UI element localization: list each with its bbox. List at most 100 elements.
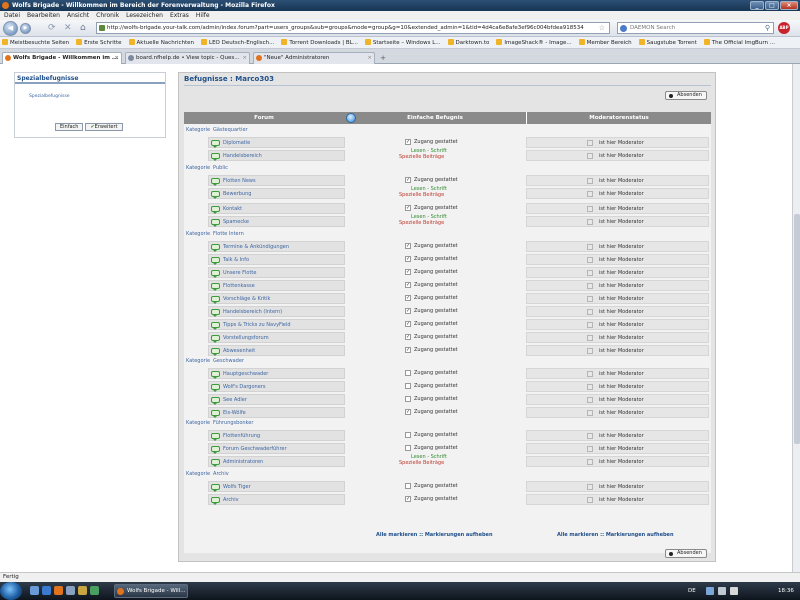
- access-checkbox[interactable]: [405, 445, 411, 451]
- close-button[interactable]: ×: [780, 1, 798, 10]
- menu-hilfe[interactable]: Hilfe: [196, 11, 210, 20]
- bookmark-darktown[interactable]: Darktown.to: [447, 37, 489, 48]
- mark-all-simple-link[interactable]: Alle markieren: [376, 532, 417, 538]
- menu-chronik[interactable]: Chronik: [96, 11, 119, 20]
- forum-name-link[interactable]: Handelsbereich (Intern): [223, 309, 282, 315]
- forum-name-link[interactable]: Bewerbung: [223, 191, 251, 197]
- forum-name-link[interactable]: Administratoren: [223, 459, 263, 465]
- volume-icon[interactable]: [730, 587, 738, 595]
- moderator-checkbox[interactable]: [587, 397, 593, 403]
- forum-name-link[interactable]: Termine & Ankündigungen: [223, 244, 289, 250]
- minimize-button[interactable]: _: [750, 1, 764, 10]
- search-icon[interactable]: ⚲: [765, 23, 770, 34]
- forward-icon[interactable]: ▶: [20, 23, 31, 34]
- category-name[interactable]: Flotte Intern: [213, 231, 244, 237]
- bookmark-star-icon[interactable]: ☆: [599, 23, 605, 33]
- access-checkbox[interactable]: [405, 370, 411, 376]
- moderator-checkbox[interactable]: [587, 410, 593, 416]
- access-checkbox[interactable]: [405, 432, 411, 438]
- new-tab-icon[interactable]: +: [377, 53, 389, 63]
- category-name[interactable]: Public: [213, 165, 228, 171]
- forum-name-link[interactable]: Flotten News: [223, 178, 256, 184]
- bookmark-torrent[interactable]: Torrent Downloads | BL...: [281, 37, 358, 48]
- menu-ansicht[interactable]: Ansicht: [67, 11, 89, 20]
- access-checkbox[interactable]: [405, 383, 411, 389]
- mark-all-mod-link[interactable]: Alle markieren: [557, 532, 598, 538]
- taskbar-firefox-task[interactable]: Wolfs Brigade - Will...: [114, 584, 188, 598]
- access-checkbox[interactable]: ✓: [405, 295, 411, 301]
- forum-name-link[interactable]: See Adler: [223, 397, 247, 403]
- special-posts-link[interactable]: Spezielle Beiträge: [399, 460, 539, 467]
- help-icon[interactable]: [346, 113, 356, 123]
- simple-view-button[interactable]: Einfach: [55, 123, 84, 131]
- back-icon[interactable]: ◀: [3, 21, 18, 36]
- moderator-checkbox[interactable]: [587, 140, 593, 146]
- access-checkbox[interactable]: ✓: [405, 308, 411, 314]
- access-checkbox[interactable]: ✓: [405, 496, 411, 502]
- forum-name-link[interactable]: Flottenführung: [223, 433, 260, 439]
- extended-view-button[interactable]: ✔Erweitert: [85, 123, 123, 131]
- tab-close-icon[interactable]: ×: [114, 53, 119, 64]
- moderator-checkbox[interactable]: [587, 371, 593, 377]
- moderator-checkbox[interactable]: [587, 153, 593, 159]
- firefox-quicklaunch-icon[interactable]: [54, 586, 63, 595]
- url-bar[interactable]: http://wolfs-brigade.your-talk.com/admin…: [96, 22, 610, 34]
- moderator-checkbox[interactable]: [587, 446, 593, 452]
- forum-name-link[interactable]: Eis-Wölfe: [223, 410, 246, 416]
- forum-name-link[interactable]: Diplomatie: [223, 140, 250, 146]
- category-name[interactable]: Gästequartier: [213, 127, 248, 133]
- media-icon[interactable]: [66, 586, 75, 595]
- access-checkbox[interactable]: ✓: [405, 243, 411, 249]
- moderator-checkbox[interactable]: [587, 257, 593, 263]
- forum-name-link[interactable]: Wolf's Dargoners: [223, 384, 265, 390]
- menu-lesezeichen[interactable]: Lesezeichen: [126, 11, 163, 20]
- language-indicator[interactable]: DE: [688, 582, 696, 600]
- bookmark-saugstube[interactable]: Saugstube Torrent: [638, 37, 697, 48]
- bookmark-imageshack[interactable]: ImageShack® - Image...: [496, 37, 572, 48]
- access-checkbox[interactable]: ✓: [405, 409, 411, 415]
- maximize-button[interactable]: □: [765, 1, 779, 10]
- bookmark-windows[interactable]: Startseite – Windows L...: [364, 37, 441, 48]
- access-checkbox[interactable]: ✓: [405, 334, 411, 340]
- bookmark-nachrichten[interactable]: Aktuelle Nachrichten: [128, 37, 194, 48]
- access-checkbox[interactable]: ✓: [405, 177, 411, 183]
- special-posts-link[interactable]: Spezielle Beiträge: [399, 192, 539, 199]
- forum-name-link[interactable]: Flottenkasse: [223, 283, 255, 289]
- forum-name-link[interactable]: Archiv: [223, 497, 239, 503]
- moderator-checkbox[interactable]: [587, 322, 593, 328]
- forum-name-link[interactable]: Vorschläge & Kritik: [223, 296, 270, 302]
- moderator-checkbox[interactable]: [587, 335, 593, 341]
- bookmark-meistbesucht[interactable]: Meistbesuchte Seiten: [2, 37, 69, 48]
- unmark-all-simple-link[interactable]: Markierungen aufheben: [425, 532, 493, 538]
- bookmark-erste-schritte[interactable]: Erste Schritte: [76, 37, 122, 48]
- network-icon[interactable]: [718, 587, 726, 595]
- category-name[interactable]: Archiv: [213, 471, 229, 477]
- access-checkbox[interactable]: ✓: [405, 139, 411, 145]
- moderator-checkbox[interactable]: [587, 459, 593, 465]
- moderator-checkbox[interactable]: [587, 283, 593, 289]
- tab-close-icon[interactable]: ×: [367, 53, 372, 64]
- moderator-checkbox[interactable]: [587, 191, 593, 197]
- app-icon[interactable]: [90, 586, 99, 595]
- forum-name-link[interactable]: Handelsbereich: [223, 153, 262, 159]
- search-engine-icon[interactable]: [620, 25, 627, 32]
- moderator-checkbox[interactable]: [587, 384, 593, 390]
- adblock-icon[interactable]: ABP: [778, 22, 790, 34]
- moderator-checkbox[interactable]: [587, 178, 593, 184]
- access-checkbox[interactable]: [405, 396, 411, 402]
- tray-icon[interactable]: [706, 587, 714, 595]
- tab-board-nfhelp[interactable]: board.nfhelp.de • View topic - Ques... ×: [125, 52, 250, 64]
- forum-name-link[interactable]: Unsere Flotte: [223, 270, 256, 276]
- moderator-checkbox[interactable]: [587, 296, 593, 302]
- unmark-all-mod-link[interactable]: Markierungen aufheben: [606, 532, 674, 538]
- access-checkbox[interactable]: ✓: [405, 269, 411, 275]
- moderator-checkbox[interactable]: [587, 244, 593, 250]
- access-checkbox[interactable]: ✓: [405, 347, 411, 353]
- search-input[interactable]: DAEMON Search ⚲: [617, 22, 774, 34]
- show-desktop-icon[interactable]: [30, 586, 39, 595]
- tab-neue-administratoren[interactable]: "Neue" Administratoren ×: [253, 52, 375, 64]
- sidebar-item-spezialbefugnisse[interactable]: Spezialbefugnisse: [15, 84, 165, 99]
- forum-name-link[interactable]: Spamecke: [223, 219, 249, 225]
- moderator-checkbox[interactable]: [587, 348, 593, 354]
- forum-name-link[interactable]: Hauptgeschwader: [223, 371, 268, 377]
